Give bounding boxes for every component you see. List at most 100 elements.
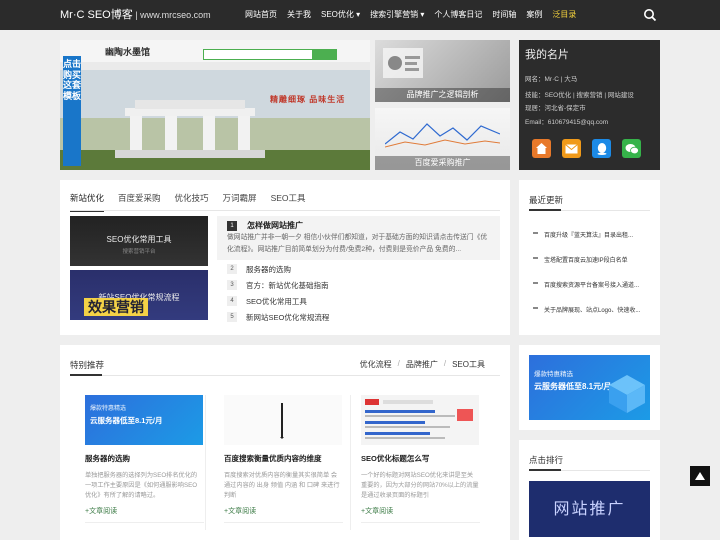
- mail-icon[interactable]: [562, 139, 581, 158]
- banner-slogan: 精雕细琢 品味生活: [270, 95, 346, 104]
- qq-icon[interactable]: [592, 139, 611, 158]
- main-nav: 网站首页 关于我 SEO优化 ▾ 搜索引擎营销 ▾ 个人博客日记 时间轴 案例 …: [240, 0, 581, 30]
- tab-new-site-optimization[interactable]: 新站优化: [70, 192, 105, 212]
- special-recommend-panel: 特别推荐 优化流程 / 品牌推广 / SEO工具 爆款特惠精选 云服务器低至8.…: [60, 345, 510, 540]
- banner-site-name: 幽陶水墨馆: [105, 47, 151, 57]
- site-logo[interactable]: Mr·C SEO博客 | www.mrcseo.com: [60, 0, 211, 30]
- nav-item-cases[interactable]: 案例: [521, 0, 547, 30]
- news-list-item[interactable]: 新网站SEO优化常规流程: [246, 312, 329, 323]
- news-image-caption: SEO优化常用工具: [106, 235, 172, 244]
- rank-badge: 1: [227, 221, 237, 231]
- news-image-overlay-text: 效果营销: [84, 298, 148, 316]
- read-more-link[interactable]: +文章阅读: [361, 506, 393, 516]
- tab-keyword-domination[interactable]: 万词霸屏: [223, 192, 257, 212]
- banner-slider[interactable]: 点击购买这套模板 幽陶水墨馆 精雕细琢 品味生活: [60, 40, 370, 205]
- ad-price: 云服务器低至8.1元/月: [90, 416, 163, 425]
- special-recommend-title: 特别推荐: [70, 360, 105, 370]
- recent-item[interactable]: 宝塔配置百度云加速IP段白名单: [529, 255, 650, 264]
- news-tabs: 新站优化 百度爱采购 优化技巧 万词霸屏 SEO工具: [70, 192, 320, 212]
- profile-nickname: 网名：Mr·C | 大马: [525, 76, 578, 83]
- news-image-seo-tools[interactable]: SEO优化常用工具 搜索营销平台: [70, 216, 208, 266]
- thumb-caption: 品牌推广之逻辑剖析: [375, 88, 510, 102]
- hot-ranking-panel: 点击排行 网站推广: [519, 440, 660, 540]
- banner-buy-template-tag[interactable]: 点击购买这套模板: [63, 56, 81, 166]
- article-card[interactable]: 百度搜索衡量优质内容的维度 百度搜索对优质内容的衡量其实很简单 会通过内容的 出…: [209, 385, 343, 535]
- nav-item-directory[interactable]: 泛目录: [547, 0, 581, 30]
- article-divider: [224, 522, 343, 523]
- hot-ranking-title: 点击排行: [529, 455, 564, 465]
- nav-item-diary[interactable]: 个人博客日记: [429, 0, 487, 30]
- hot-image-caption: 网站推广: [553, 501, 626, 518]
- recent-item[interactable]: 关于品牌展现、站点Logo、快速收...: [529, 305, 650, 314]
- nav-item-about[interactable]: 关于我: [282, 0, 316, 30]
- news-list-item[interactable]: SEO优化常用工具: [246, 296, 307, 307]
- arrow-up-icon: [695, 472, 705, 480]
- recent-updates-title: 最近更新: [529, 195, 564, 205]
- rank-badge: 4: [227, 296, 237, 306]
- banner-gate-image: [115, 100, 265, 158]
- hot-ranking-image[interactable]: 网站推广: [529, 481, 650, 537]
- logo-domain: www.mrcseo.com: [140, 10, 211, 20]
- home-icon[interactable]: [532, 139, 551, 158]
- news-list-item[interactable]: 官方：新站优化基础指南: [246, 280, 329, 291]
- news-list-item[interactable]: 服务器的选购: [246, 264, 291, 275]
- tab-baidu-aicaigou[interactable]: 百度爱采购: [118, 192, 161, 212]
- profile-card: 我的名片 网名：Mr·C | 大马 技能：SEO优化 | 搜索营销 | 网站建设…: [519, 40, 660, 170]
- article-card[interactable]: SEO优化标题怎么写 一个好的标题对网站SEO优化来讲是至关重要的，因为大部分的…: [346, 385, 480, 535]
- article-divider: [85, 522, 204, 523]
- article-image-server-ad[interactable]: 爆款特惠精选 云服务器低至8.1元/月: [85, 395, 203, 445]
- ad-price: 云服务器低至8.1元/月: [534, 382, 612, 391]
- category-link-process[interactable]: 优化流程: [360, 359, 392, 370]
- logo-separator: |: [132, 10, 141, 20]
- category-link-tools[interactable]: SEO工具: [452, 359, 485, 370]
- sidebar-ad-panel: 爆款特惠精选 云服务器低至8.1元/月: [519, 345, 660, 430]
- top-navbar: Mr·C SEO博客 | www.mrcseo.com 网站首页 关于我 SEO…: [0, 0, 720, 30]
- special-category-links: 优化流程 / 品牌推广 / SEO工具: [360, 359, 485, 370]
- section-underline: [529, 209, 561, 211]
- thumb-brand-promotion[interactable]: 品牌推广之逻辑剖析: [375, 40, 510, 102]
- nav-item-timeline[interactable]: 时间轴: [487, 0, 521, 30]
- section-divider: [70, 375, 500, 376]
- banner-search-box: [203, 49, 313, 60]
- section-underline: [529, 469, 561, 471]
- thumb-baidu-aicaigou[interactable]: 百度爱采购推广: [375, 108, 510, 170]
- brand-diagram-image: [383, 48, 423, 78]
- profile-title: 我的名片: [525, 49, 569, 61]
- ad-label: 爆款特惠精选: [534, 371, 573, 378]
- article-card[interactable]: 爆款特惠精选 云服务器低至8.1元/月 服务器的选购 单独把服务器的选择列为SE…: [70, 385, 204, 535]
- tab-optimization-tips[interactable]: 优化技巧: [175, 192, 209, 212]
- article-image-seo-title[interactable]: [361, 395, 479, 445]
- separator: /: [397, 359, 400, 368]
- nav-item-sem[interactable]: 搜索引擎营销 ▾: [365, 0, 429, 30]
- tab-divider: [70, 210, 500, 211]
- back-to-top-button[interactable]: [690, 466, 710, 486]
- search-icon[interactable]: [643, 8, 657, 22]
- nav-item-home[interactable]: 网站首页: [240, 0, 282, 30]
- featured-excerpt: 做网站推广并非一朝一夕 相信小伙伴们都知道，对于基础方面的知识请点击传送门《优化…: [227, 234, 488, 253]
- recent-updates-panel: 最近更新 百度升级『蓝天算法』目录出租... 宝塔配置百度云加速IP段白名单 百…: [519, 180, 660, 335]
- separator: /: [443, 359, 447, 368]
- profile-email: Email：610679415@qq.com: [525, 119, 609, 126]
- recent-item[interactable]: 百度搜索资源平台备案号接入通道...: [529, 280, 650, 289]
- article-image-quality-content[interactable]: [224, 395, 342, 445]
- wechat-icon[interactable]: [622, 139, 641, 158]
- rank-badge: 3: [227, 280, 237, 290]
- article-title[interactable]: SEO优化标题怎么写: [361, 453, 429, 464]
- banner-search-button: [313, 49, 337, 60]
- nav-item-seo[interactable]: SEO优化 ▾: [316, 0, 365, 30]
- tab-seo-tools[interactable]: SEO工具: [271, 192, 306, 212]
- sidebar-ad-banner[interactable]: 爆款特惠精选 云服务器低至8.1元/月: [529, 355, 650, 420]
- read-more-link[interactable]: +文章阅读: [85, 506, 117, 516]
- article-title[interactable]: 百度搜索衡量优质内容的维度: [224, 453, 322, 464]
- article-title[interactable]: 服务器的选购: [85, 453, 130, 464]
- category-link-brand[interactable]: 品牌推广: [406, 359, 438, 370]
- news-image-seo-process[interactable]: 新站SEO优化常规流程 效果营销: [70, 270, 208, 320]
- featured-title[interactable]: 怎样做网站推广: [247, 220, 303, 231]
- featured-article[interactable]: 1 怎样做网站推广 做网站推广并非一朝一夕 相信小伙伴们都知道，对于基础方面的知…: [217, 216, 500, 260]
- recent-item[interactable]: 百度升级『蓝天算法』目录出租...: [529, 230, 650, 239]
- server-illustration-icon: [609, 375, 645, 413]
- read-more-link[interactable]: +文章阅读: [224, 506, 256, 516]
- pen-icon: [280, 403, 284, 439]
- trend-chart-image: [385, 123, 500, 148]
- article-excerpt: 单独把服务器的选择列为SEO排名优化的一项工作主要原因是《如何通服影响SEO优化…: [85, 472, 198, 499]
